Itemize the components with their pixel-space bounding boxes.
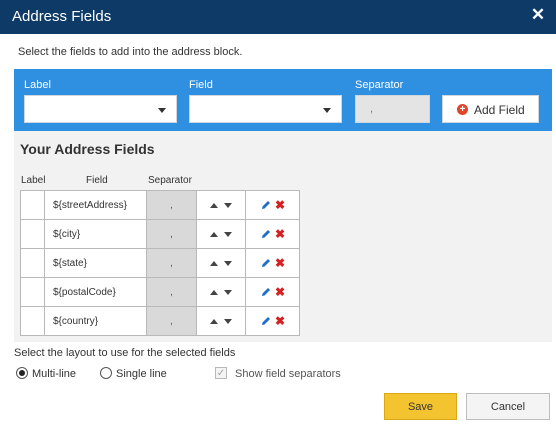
- move-down-icon[interactable]: [224, 260, 232, 266]
- move-up-icon[interactable]: [210, 231, 218, 237]
- address-fields-heading: Your Address Fields: [20, 141, 155, 157]
- plus-circle-icon: +: [457, 104, 468, 115]
- separator-heading: Separator: [355, 79, 404, 91]
- add-field-label: Add Field: [474, 103, 525, 117]
- row-field: ${country}: [44, 306, 147, 336]
- column-header-separator: Separator: [148, 175, 192, 186]
- field-heading: Field: [189, 79, 213, 91]
- row-label: [20, 190, 45, 220]
- row-move-controls: [196, 190, 246, 220]
- edit-pencil-icon[interactable]: [260, 315, 272, 327]
- close-icon[interactable]: ✕: [528, 4, 548, 26]
- row-move-controls: [196, 219, 246, 249]
- edit-pencil-icon[interactable]: [260, 199, 272, 211]
- row-move-controls: [196, 248, 246, 278]
- move-up-icon[interactable]: [210, 260, 218, 266]
- edit-pencil-icon[interactable]: [260, 228, 272, 240]
- table-row: ${streetAddress} , ✖: [20, 190, 300, 220]
- dialog-title: Address Fields: [12, 8, 112, 25]
- table-row: ${city} , ✖: [20, 219, 300, 249]
- move-up-icon[interactable]: [210, 318, 218, 324]
- move-down-icon[interactable]: [224, 231, 232, 237]
- show-separators-label: Show field separators: [235, 368, 341, 380]
- show-separators-checkbox[interactable]: ✓: [215, 367, 227, 379]
- dialog-title-bar: Address Fields ✕: [0, 0, 556, 34]
- multi-line-radio[interactable]: [16, 367, 28, 379]
- row-field: ${postalCode}: [44, 277, 147, 307]
- single-line-radio[interactable]: [100, 367, 112, 379]
- cancel-button[interactable]: Cancel: [466, 393, 550, 420]
- table-row: ${country} , ✖: [20, 306, 300, 336]
- single-line-label: Single line: [116, 368, 167, 380]
- table-row: ${postalCode} , ✖: [20, 277, 300, 307]
- chevron-down-icon: [323, 108, 331, 113]
- move-up-icon[interactable]: [210, 289, 218, 295]
- row-field: ${streetAddress}: [44, 190, 147, 220]
- row-label: [20, 248, 45, 278]
- move-up-icon[interactable]: [210, 202, 218, 208]
- delete-icon[interactable]: ✖: [275, 256, 285, 270]
- column-header-field: Field: [86, 175, 108, 186]
- move-down-icon[interactable]: [224, 318, 232, 324]
- row-field: ${state}: [44, 248, 147, 278]
- intro-text: Select the fields to add into the addres…: [18, 46, 243, 58]
- delete-icon[interactable]: ✖: [275, 314, 285, 328]
- row-actions: ✖: [245, 190, 300, 220]
- row-label: [20, 219, 45, 249]
- row-separator: ,: [146, 219, 197, 249]
- row-separator: ,: [146, 277, 197, 307]
- delete-icon[interactable]: ✖: [275, 198, 285, 212]
- field-dropdown[interactable]: [189, 95, 342, 123]
- move-down-icon[interactable]: [224, 289, 232, 295]
- save-button[interactable]: Save: [384, 393, 457, 420]
- move-down-icon[interactable]: [224, 202, 232, 208]
- delete-icon[interactable]: ✖: [275, 227, 285, 241]
- layout-prompt: Select the layout to use for the selecte…: [14, 347, 236, 359]
- label-heading: Label: [24, 79, 51, 91]
- edit-pencil-icon[interactable]: [260, 257, 272, 269]
- multi-line-label: Multi-line: [32, 368, 77, 380]
- row-label: [20, 277, 45, 307]
- row-actions: ✖: [245, 219, 300, 249]
- add-field-button[interactable]: + Add Field: [442, 95, 539, 123]
- column-header-label: Label: [21, 175, 46, 186]
- row-actions: ✖: [245, 248, 300, 278]
- address-fields-table: ${streetAddress} , ✖ ${city} , ✖ ${state…: [20, 190, 300, 336]
- row-move-controls: [196, 306, 246, 336]
- row-move-controls: [196, 277, 246, 307]
- row-separator: ,: [146, 306, 197, 336]
- row-separator: ,: [146, 248, 197, 278]
- row-separator: ,: [146, 190, 197, 220]
- address-fields-panel: Your Address Fields Label Field Separato…: [14, 131, 552, 342]
- table-row: ${state} , ✖: [20, 248, 300, 278]
- label-dropdown[interactable]: [24, 95, 177, 123]
- row-actions: ✖: [245, 306, 300, 336]
- row-actions: ✖: [245, 277, 300, 307]
- separator-input[interactable]: [355, 95, 430, 123]
- chevron-down-icon: [158, 108, 166, 113]
- field-editor-bar: Label Field Separator + Add Field: [14, 69, 552, 131]
- delete-icon[interactable]: ✖: [275, 285, 285, 299]
- edit-pencil-icon[interactable]: [260, 286, 272, 298]
- row-field: ${city}: [44, 219, 147, 249]
- row-label: [20, 306, 45, 336]
